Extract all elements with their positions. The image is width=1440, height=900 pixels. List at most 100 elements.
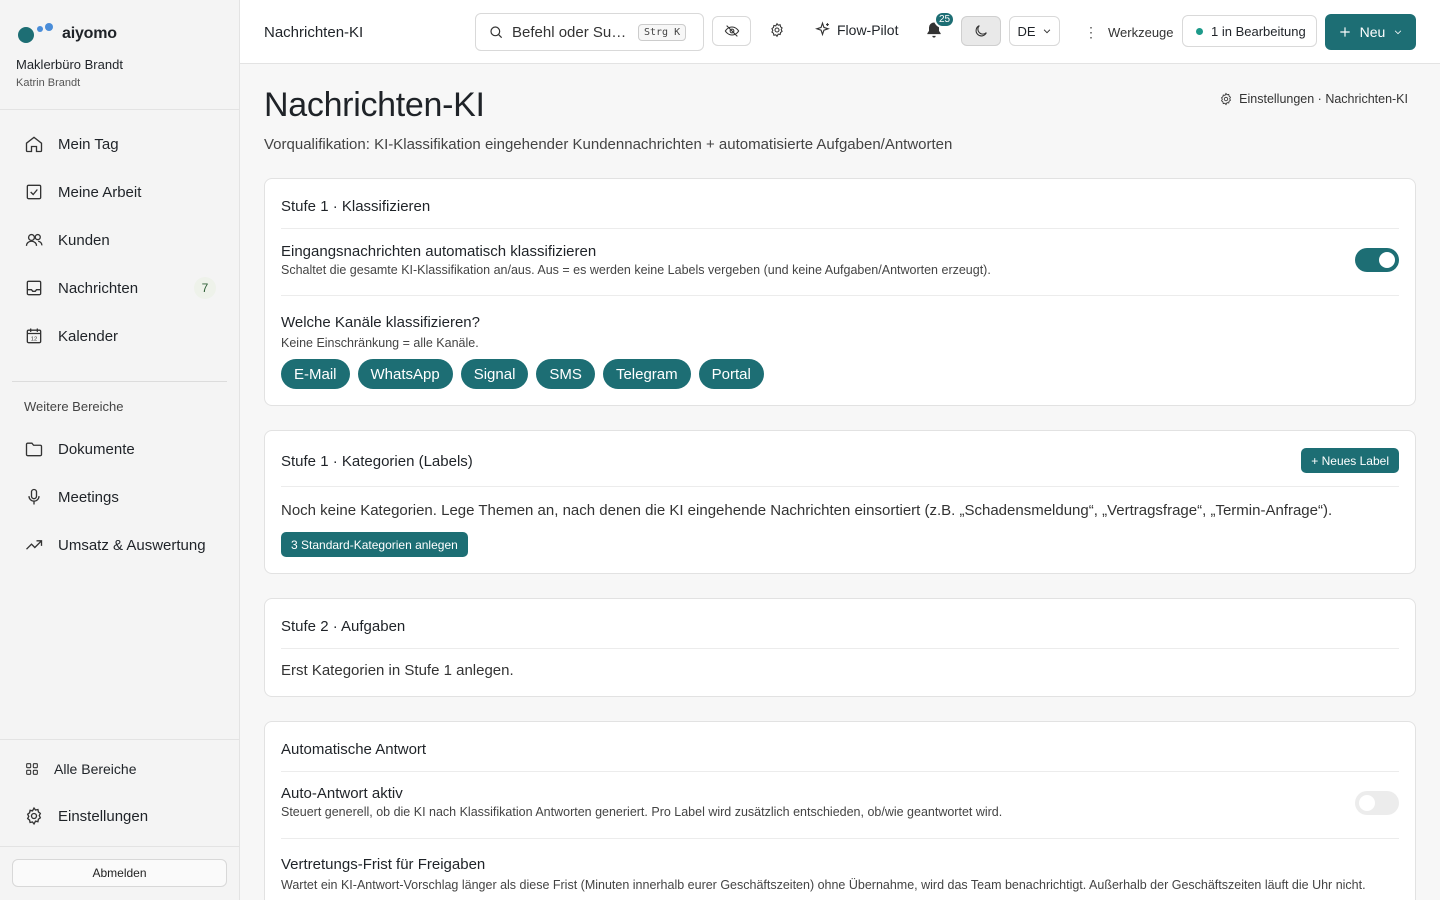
sidebar-item-label: Dokumente (58, 440, 135, 458)
calendar-icon: 12 (26, 328, 42, 344)
channels-title: Welche Kanäle klassifizieren? (281, 314, 480, 331)
sidebar-item-umsatz[interactable]: Umsatz & Auswertung (12, 525, 228, 565)
auto-classify-title: Eingangsnachrichten automatisch klassifi… (281, 243, 597, 260)
trend-icon (26, 540, 43, 550)
status-dot-icon (1196, 27, 1203, 35)
plus-icon (1339, 27, 1350, 37)
sidebar-item-dokumente[interactable]: Dokumente (12, 429, 228, 469)
home-icon (25, 136, 43, 153)
flow-pilot-button[interactable]: Flow-Pilot (814, 21, 898, 38)
card-tasks: Stufe 2 · Aufgaben Erst Kategorien in St… (264, 598, 1416, 697)
logout-button[interactable]: Abmelden (12, 859, 227, 887)
create-default-labels-button[interactable]: 3 Standard-Kategorien anlegen (281, 532, 468, 557)
settings-button[interactable] (769, 22, 787, 40)
channel-chip-email[interactable]: E-Mail (281, 359, 350, 389)
sidebar-item-label: Alle Bereiche (54, 761, 137, 777)
sidebar-item-nachrichten[interactable]: Nachrichten 7 (12, 268, 228, 308)
brand[interactable]: aiyomo (18, 22, 117, 46)
inbox-icon (26, 280, 42, 296)
channel-chip-signal[interactable]: Signal (460, 359, 529, 389)
sidebar-item-label: Meine Arbeit (58, 183, 142, 201)
topbar-title: Nachrichten-KI (264, 24, 364, 41)
card-heading: Stufe 1 · Kategorien (Labels) (281, 453, 473, 470)
breadcrumb[interactable]: Einstellungen · Nachrichten-KI (1219, 92, 1408, 106)
divider (281, 295, 1399, 296)
status-label: 1 in Bearbeitung (1211, 23, 1306, 39)
theme-toggle-button[interactable] (961, 16, 1001, 46)
user-name: Katrin Brandt (16, 77, 81, 89)
command-search[interactable]: Befehl oder Suche Strg K (475, 13, 704, 51)
new-button[interactable]: Neu (1325, 14, 1416, 50)
brand-logo (18, 22, 54, 46)
page-subtitle: Vorqualifikation: KI-Klassifikation eing… (264, 136, 953, 153)
sidebar-item-meetings[interactable]: Meetings (12, 477, 228, 517)
privacy-toggle-button[interactable] (712, 16, 751, 46)
channel-chip-portal[interactable]: Portal (698, 359, 764, 389)
brand-name: aiyomo (62, 25, 117, 42)
search-icon (490, 26, 503, 39)
sidebar-item-label: Mein Tag (58, 135, 119, 153)
deputy-deadline-title: Vertretungs-Frist für Freigaben (281, 856, 486, 873)
language-select[interactable]: DE (1009, 16, 1060, 46)
organization-name: Maklerbüro Brandt (16, 57, 123, 72)
auto-classify-toggle[interactable] (1355, 248, 1399, 272)
new-label-button[interactable]: + Neues Label (1301, 448, 1399, 473)
channel-chip-whatsapp[interactable]: WhatsApp (357, 359, 453, 389)
gear-icon (1221, 92, 1232, 106)
labels-empty-text: Noch keine Kategorien. Lege Themen an, n… (281, 502, 1333, 519)
sidebar-divider (0, 846, 240, 847)
unread-count-badge: 7 (194, 277, 216, 299)
sidebar-item-label: Meetings (58, 488, 119, 506)
folder-icon (25, 442, 43, 457)
chevron-down-icon (1395, 30, 1402, 35)
sidebar-item-label: Umsatz & Auswertung (58, 536, 206, 554)
microphone-icon (28, 488, 40, 505)
channel-chip-list: E-Mail WhatsApp Signal SMS Telegram Port… (281, 359, 764, 389)
tasks-empty-text: Erst Kategorien in Stufe 1 anlegen. (281, 662, 514, 679)
sidebar-item-einstellungen[interactable]: Einstellungen (12, 796, 228, 836)
sidebar-divider (0, 109, 240, 110)
tools-menu-button[interactable]: ⋮ Werkzeuge (1084, 24, 1174, 41)
card-heading: Automatische Antwort (281, 741, 427, 758)
divider (281, 771, 1399, 772)
auto-reply-title: Auto-Antwort aktiv (281, 785, 403, 802)
chevron-down-icon (1043, 29, 1050, 34)
sidebar-item-mein-tag[interactable]: Mein Tag (12, 124, 228, 164)
section-label-weitere-bereiche: Weitere Bereiche (24, 399, 124, 414)
sidebar-divider (12, 381, 227, 382)
moon-icon (975, 25, 987, 37)
auto-reply-toggle[interactable] (1355, 791, 1399, 815)
divider (281, 228, 1399, 229)
sidebar-item-kunden[interactable]: Kunden (12, 220, 228, 260)
channel-chip-sms[interactable]: SMS (536, 359, 595, 389)
toggle-knob (1379, 252, 1395, 268)
more-vertical-icon: ⋮ (1084, 24, 1098, 40)
sidebar-item-kalender[interactable]: 12 Kalender (12, 316, 228, 356)
sidebar-item-meine-arbeit[interactable]: Meine Arbeit (12, 172, 228, 212)
language-value: DE (1017, 23, 1036, 39)
card-heading: Stufe 1 · Klassifizieren (281, 198, 431, 215)
card-labels: Stufe 1 · Kategorien (Labels) + Neues La… (264, 430, 1416, 574)
auto-classify-description: Schaltet die gesamte KI-Klassifikation a… (281, 263, 991, 277)
sidebar: aiyomo Maklerbüro Brandt Katrin Brandt M… (0, 0, 240, 900)
grid-icon (26, 763, 38, 775)
sidebar-item-label: Nachrichten (58, 279, 139, 297)
users-icon (25, 233, 43, 246)
card-heading: Stufe 2 · Aufgaben (281, 618, 406, 635)
notification-count-badge: 25 (934, 11, 955, 28)
eye-off-icon (724, 25, 739, 37)
gear-icon (771, 22, 783, 38)
checkbox-icon (26, 184, 42, 200)
in-progress-status-button[interactable]: 1 in Bearbeitung (1182, 15, 1317, 47)
auto-reply-description: Steuert generell, ob die KI nach Klassif… (281, 805, 1003, 819)
divider (281, 648, 1399, 649)
search-input[interactable]: Befehl oder Suche (512, 24, 630, 41)
channel-chip-telegram[interactable]: Telegram (602, 359, 691, 389)
channels-description: Keine Einschränkung = alle Kanäle. (281, 336, 479, 350)
sidebar-item-label: Kalender (58, 327, 119, 345)
calendar-day: 12 (31, 337, 37, 343)
sidebar-item-label: Kunden (58, 231, 110, 249)
sidebar-item-alle-bereiche[interactable]: Alle Bereiche (12, 749, 228, 789)
sparkle-icon (815, 21, 830, 37)
divider (281, 486, 1399, 487)
